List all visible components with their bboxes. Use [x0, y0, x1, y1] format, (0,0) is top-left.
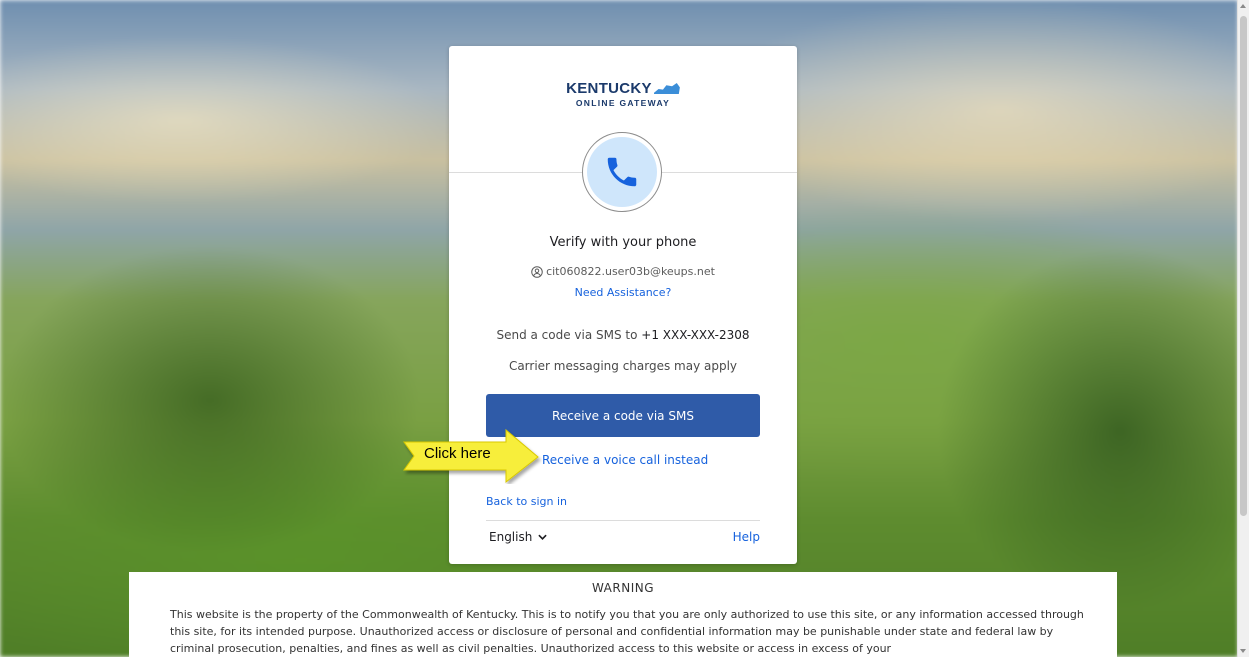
- username-text: cit060822.user03b@keups.net: [546, 265, 715, 278]
- kentucky-logo: KENTUCKY ONLINE GATEWAY: [449, 78, 797, 108]
- logo-name: KENTUCKY: [566, 80, 652, 97]
- language-label: English: [489, 530, 533, 544]
- scroll-thumb[interactable]: [1240, 16, 1247, 516]
- scroll-down-icon[interactable]: [1240, 649, 1246, 653]
- receive-voice-call-link[interactable]: Receive a voice call instead: [542, 453, 708, 467]
- state-shape-icon: [653, 83, 680, 94]
- back-to-sign-in-link[interactable]: Back to sign in: [486, 495, 567, 508]
- carrier-charges-note: Carrier messaging charges may apply: [508, 359, 738, 373]
- footer-divider: [486, 520, 760, 521]
- page-title: Verify with your phone: [549, 235, 697, 250]
- phone-badge: [582, 132, 662, 212]
- sms-prefix-text: Send a code via SMS to: [496, 328, 642, 342]
- page: KENTUCKY ONLINE GATEWAY Verify with your…: [0, 0, 1249, 657]
- sms-destination: Send a code via SMS to +1 XXX-XXX-2308: [449, 328, 797, 342]
- scroll-up-icon[interactable]: [1240, 4, 1246, 8]
- need-assistance-link[interactable]: Need Assistance?: [449, 286, 797, 299]
- page-scrollbar[interactable]: [1237, 0, 1249, 657]
- logo-subtitle: ONLINE GATEWAY: [575, 98, 671, 108]
- phone-icon: [607, 157, 637, 187]
- warning-title: WARNING: [591, 581, 655, 595]
- verify-card: KENTUCKY ONLINE GATEWAY Verify with your…: [449, 46, 797, 564]
- warning-panel: WARNING This website is the property of …: [129, 572, 1117, 657]
- chevron-down-icon: [538, 534, 548, 540]
- click-here-callout: Click here: [400, 428, 542, 484]
- masked-phone-number: +1 XXX-XXX-2308: [641, 328, 750, 342]
- warning-text: This website is the property of the Comm…: [170, 608, 1084, 655]
- user-icon: [531, 265, 543, 278]
- language-selector[interactable]: English: [489, 530, 548, 544]
- callout-label: Click here: [424, 445, 491, 462]
- user-identity: cit060822.user03b@keups.net: [449, 265, 797, 278]
- help-link[interactable]: Help: [733, 530, 760, 544]
